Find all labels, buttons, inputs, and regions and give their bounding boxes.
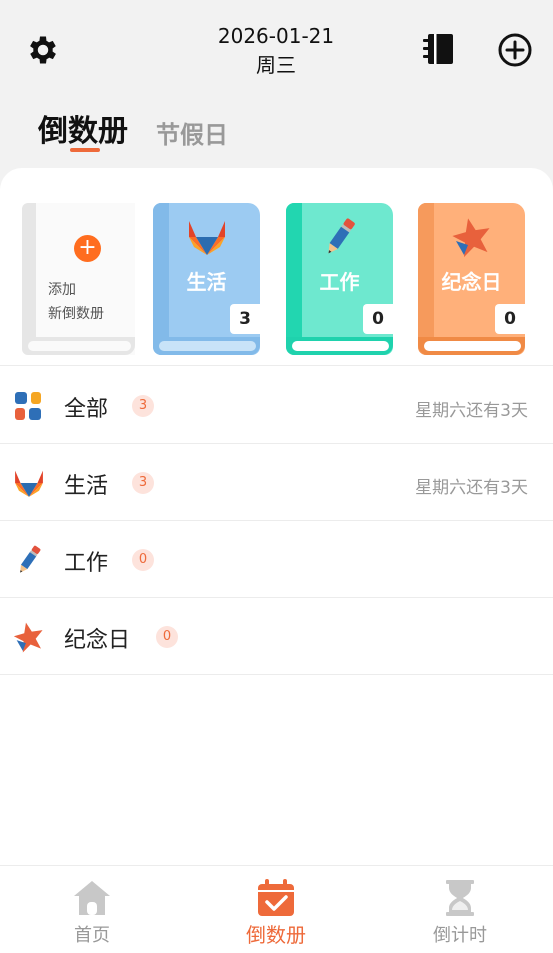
add-book-button[interactable]: + 添加 新倒数册 <box>22 203 135 355</box>
book-name: 工作 <box>319 270 360 294</box>
book-name: 纪念日 <box>441 270 502 294</box>
home-icon <box>74 881 110 915</box>
count-badge: 3 <box>132 472 154 494</box>
add-book-label-line1: 添加 <box>48 282 76 298</box>
book-anniversary[interactable]: 纪念日 0 <box>418 203 525 355</box>
count-badge: 3 <box>132 395 154 417</box>
add-book-label-line2: 新倒数册 <box>48 306 104 322</box>
list-item-all[interactable]: 全部 3 星期六还有3天 <box>0 367 553 444</box>
list-item-label: 工作 <box>64 551 109 576</box>
book-life[interactable]: 生活 3 <box>153 203 260 355</box>
list-item-life[interactable]: 生活 3 星期六还有3天 <box>0 444 553 521</box>
date-display: 2026-01-21 周三 <box>176 22 376 80</box>
add-circle-icon[interactable] <box>496 31 534 69</box>
nav-label: 倒计时 <box>433 925 487 946</box>
book-spine <box>22 203 36 355</box>
bottom-nav: 首页 倒数册 倒计时 <box>0 865 553 953</box>
settings-gear-icon[interactable] <box>25 32 61 68</box>
star-icon <box>13 622 43 653</box>
star-icon <box>452 218 490 258</box>
book-count: 3 <box>230 304 260 334</box>
pencil-icon <box>328 218 355 254</box>
add-book-label: 添加 新倒数册 <box>48 278 104 326</box>
nav-countdown[interactable]: 倒计时 <box>368 866 552 953</box>
tab-holidays[interactable]: 节假日 <box>156 115 228 150</box>
tab-countdown-books[interactable]: 倒数册 <box>38 106 128 150</box>
active-tab-indicator <box>70 148 100 152</box>
book-list: 全部 3 星期六还有3天 生活 3 星期六还有3天 工作 0 纪念日 0 <box>0 367 553 675</box>
count-badge: 0 <box>132 549 154 571</box>
book-work[interactable]: 工作 0 <box>286 203 393 355</box>
book-count: 0 <box>363 304 393 334</box>
nav-home[interactable]: 首页 <box>0 866 184 953</box>
book-pages <box>418 337 525 355</box>
list-item-label: 纪念日 <box>64 628 131 653</box>
gitlab-fox-icon <box>189 221 225 255</box>
main-card: + 添加 新倒数册 生活 3 工作 0 纪念日 0 全部 3 星期六还有3天 生… <box>0 168 553 868</box>
nav-countdown-books[interactable]: 倒数册 <box>184 866 368 953</box>
list-item-label: 全部 <box>64 397 109 422</box>
book-count: 0 <box>495 304 525 334</box>
book-pages <box>286 337 393 355</box>
list-item-work[interactable]: 工作 0 <box>0 521 553 598</box>
list-item-note: 星期六还有3天 <box>415 401 528 421</box>
book-pages <box>22 337 135 355</box>
current-date: 2026-01-21 <box>217 24 335 48</box>
gitlab-fox-icon <box>15 470 43 497</box>
notebook-icon[interactable] <box>420 31 456 67</box>
book-pages <box>153 337 260 355</box>
list-item-note: 星期六还有3天 <box>415 478 528 498</box>
nav-label: 首页 <box>74 925 110 946</box>
book-shelf: + 添加 新倒数册 生活 3 工作 0 纪念日 0 <box>0 168 553 366</box>
calendar-check-icon <box>258 879 294 916</box>
list-item-anniversary[interactable]: 纪念日 0 <box>0 598 553 675</box>
pencil-icon <box>20 545 41 573</box>
current-weekday: 周三 <box>256 53 296 77</box>
nav-label: 倒数册 <box>246 923 306 947</box>
book-name: 生活 <box>186 270 227 294</box>
list-item-label: 生活 <box>64 474 109 499</box>
grid-icon <box>15 392 41 420</box>
hourglass-icon <box>446 880 474 916</box>
count-badge: 0 <box>156 626 178 648</box>
top-bar: 2026-01-21 周三 <box>0 0 553 100</box>
add-plus-icon: + <box>74 235 101 262</box>
